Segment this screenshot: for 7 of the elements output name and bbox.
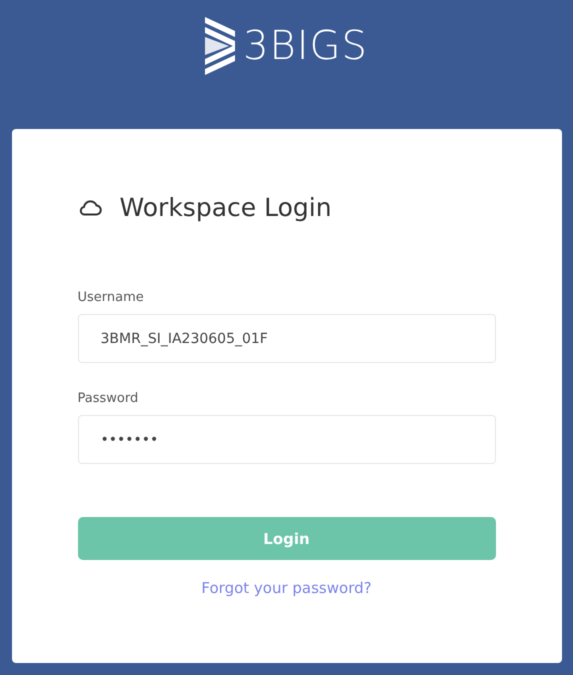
- field-label: Username: [78, 290, 144, 305]
- logo-text: 3BIGS: [243, 23, 368, 69]
- login-title: Workspace Login: [120, 193, 332, 222]
- input-field[interactable]: 3BMR_SI_IA230605_01F: [78, 314, 496, 363]
- field-label: Password: [78, 391, 138, 406]
- cloud-icon: [78, 199, 102, 216]
- input-field[interactable]: •••••••: [78, 415, 496, 464]
